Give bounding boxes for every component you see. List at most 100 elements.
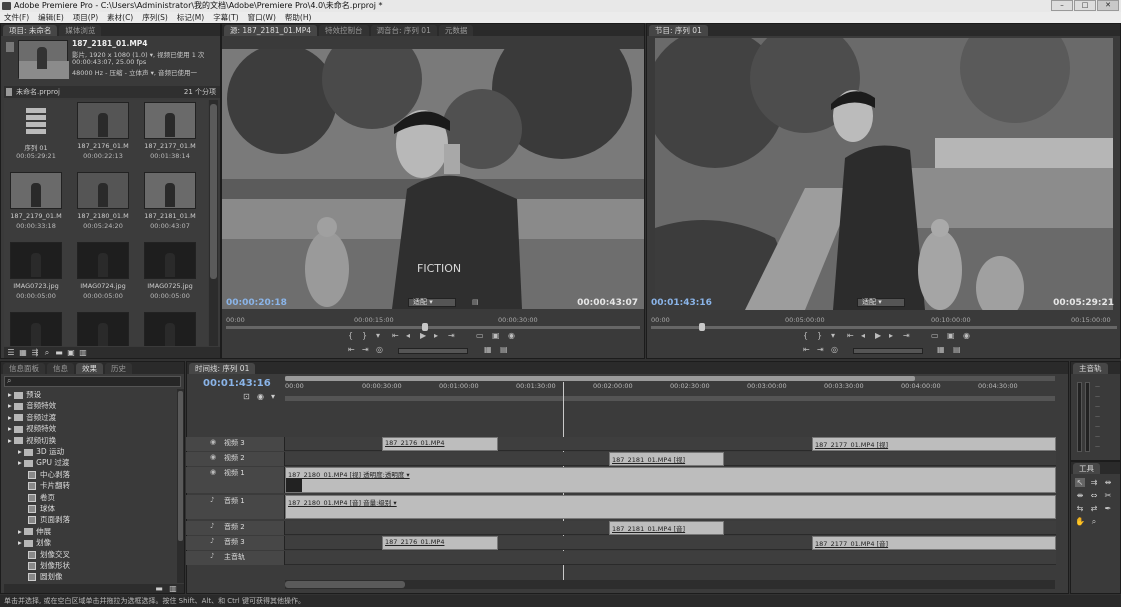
goto-prev-marker-icon[interactable]: ⇤	[348, 345, 355, 354]
effects-folder[interactable]: ▸ 伸展	[4, 526, 51, 538]
set-in-icon[interactable]: {	[348, 331, 353, 340]
timeline-clip[interactable]: 187_2181_01.MP4 [音]	[609, 521, 724, 535]
track-header[interactable]: ◉ 视频 1	[186, 467, 285, 493]
track-speaker-icon[interactable]: ♪	[210, 552, 214, 560]
extract-icon[interactable]: ▣	[947, 331, 955, 340]
rolling-edit-tool-icon[interactable]: ⇼	[1075, 491, 1085, 500]
program-goto-in-icon[interactable]: ⇤	[847, 331, 854, 340]
track-visibility-icon[interactable]: ◉	[210, 438, 216, 446]
find-icon[interactable]: ⌕	[42, 348, 52, 357]
effect-item[interactable]: 球体	[4, 503, 55, 515]
goto-out-icon[interactable]: ⇥	[448, 331, 455, 340]
tab-media-browser[interactable]: 媒体浏览	[59, 25, 102, 36]
rate-stretch-tool-icon[interactable]: ⇔	[1089, 491, 1099, 500]
track-header[interactable]: ◉ 视频 3	[186, 437, 285, 451]
program-prev-edit-icon[interactable]: ⇤	[803, 345, 810, 354]
minimize-button[interactable]: –	[1051, 0, 1073, 11]
lift-icon[interactable]: ▭	[931, 331, 939, 340]
source-fit-dropdown[interactable]: 适配 ▾	[408, 298, 456, 307]
menu-clip[interactable]: 素材(C)	[107, 12, 133, 23]
tab-audio-mixer[interactable]: 调音台: 序列 01	[370, 25, 437, 36]
tab-project[interactable]: 项目: 未命名	[3, 25, 58, 36]
source-time-ruler[interactable]: 00:00 00:00:15:00 00:00:30:00	[226, 316, 640, 325]
marker-icon[interactable]: ▾	[376, 331, 380, 340]
tab-program[interactable]: 节目: 序列 01	[649, 25, 708, 36]
effect-item[interactable]: 划像交叉	[4, 549, 70, 561]
project-item[interactable]: IMAG0727.jpg	[71, 310, 135, 346]
project-item[interactable]: IMAG0724.jpg 00:00:05:00	[71, 240, 135, 306]
selection-tool-icon[interactable]: ↖	[1075, 478, 1085, 487]
program-play-icon[interactable]: ▶	[875, 331, 881, 340]
maximize-button[interactable]: □	[1074, 0, 1096, 11]
tab-sequence-01[interactable]: 时间线: 序列 01	[189, 363, 256, 374]
track-visibility-icon[interactable]: ◉	[210, 453, 216, 461]
step-back-icon[interactable]: ◂	[406, 331, 410, 340]
menu-marker[interactable]: 标记(M)	[177, 12, 204, 23]
track-visibility-icon[interactable]: ◉	[210, 468, 216, 476]
track-header[interactable]: ♪ 主音轨	[186, 551, 285, 565]
effects-folder[interactable]: ▸ GPU 过渡	[4, 457, 69, 469]
project-scrollbar[interactable]	[209, 100, 218, 346]
safe-margins-icon[interactable]: ◉	[508, 331, 515, 340]
new-item-icon[interactable]: ▣	[66, 348, 76, 357]
slip-tool-icon[interactable]: ⇆	[1075, 504, 1085, 513]
snap-icon[interactable]: ⊡	[243, 392, 253, 401]
work-area-bar[interactable]	[285, 396, 1055, 401]
insert-icon[interactable]: ▭	[476, 331, 484, 340]
menu-window[interactable]: 窗口(W)	[248, 12, 276, 23]
effects-folder[interactable]: ▸ 划像	[4, 537, 51, 549]
source-jog-shuttle[interactable]	[398, 348, 468, 354]
track-lane[interactable]	[285, 551, 1056, 565]
icon-view-icon[interactable]: ▦	[18, 348, 28, 357]
menu-title[interactable]: 字幕(T)	[213, 12, 238, 23]
delete-icon[interactable]: ▥	[168, 584, 178, 593]
timeline-clip[interactable]: 187_2180_01.MP4 [视] 透明度:透明度 ▾	[285, 467, 1056, 493]
timeline-current-timecode[interactable]: 00:01:43:16	[203, 378, 271, 389]
track-header[interactable]: ◉ 视频 2	[186, 452, 285, 466]
project-item[interactable]: 187_2176_01.M 00:00:22:13	[71, 100, 135, 166]
goto-in-icon[interactable]: ⇤	[392, 331, 399, 340]
program-next-edit-icon[interactable]: ⇥	[817, 345, 824, 354]
automate-icon[interactable]: ⇶	[30, 348, 40, 357]
project-item[interactable]: IMAG0728.jpg	[138, 310, 202, 346]
add-marker-icon[interactable]: ▾	[271, 392, 281, 401]
track-speaker-icon[interactable]: ♪	[210, 522, 214, 530]
project-item[interactable]: 187_2179_01.M 00:00:33:18	[4, 170, 68, 236]
zoom-tool-icon[interactable]: ⌕	[1089, 517, 1099, 526]
tab-metadata[interactable]: 元数据	[438, 25, 474, 36]
track-header[interactable]: ♪ 音频 3	[186, 536, 285, 550]
tab-source[interactable]: 源: 187_2181_01.MP4	[224, 25, 318, 36]
program-set-in-icon[interactable]: {	[803, 331, 808, 340]
timeline-hscroll[interactable]	[285, 580, 1055, 589]
output-icon[interactable]: ▦	[484, 345, 492, 354]
menu-file[interactable]: 文件(F)	[4, 12, 29, 23]
track-header[interactable]: ♪ 音频 2	[186, 521, 285, 535]
set-out-icon[interactable]: }	[362, 331, 367, 340]
source-settings-icon[interactable]: ▤	[472, 298, 482, 307]
new-custom-bin-icon[interactable]: ▬	[154, 584, 164, 593]
tab-effects[interactable]: 效果	[76, 363, 103, 374]
step-forward-icon[interactable]: ▸	[434, 331, 438, 340]
project-item[interactable]: 187_2180_01.M 00:05:24:20	[71, 170, 135, 236]
source-playhead[interactable]	[422, 323, 428, 331]
tab-history[interactable]: 历史	[105, 363, 132, 374]
program-video-frame[interactable]	[655, 38, 1113, 310]
list-view-icon[interactable]: ☰	[6, 348, 16, 357]
hand-tool-icon[interactable]: ✋	[1075, 517, 1085, 526]
timeline-time-ruler[interactable]: 00:00 00:00:30:00 00:01:00:00 00:01:30:00 00…	[285, 382, 1055, 394]
set-marker-icon[interactable]: ◉	[257, 392, 267, 401]
tab-tools[interactable]: 工具	[1073, 463, 1100, 474]
effect-item[interactable]: 划像形状	[4, 560, 70, 572]
tab-info[interactable]: 信息	[47, 363, 74, 374]
track-speaker-icon[interactable]: ♪	[210, 496, 214, 504]
project-item[interactable]: IMAG0725.jpg 00:00:05:00	[138, 240, 202, 306]
source-video-frame[interactable]: FICTION	[222, 49, 644, 309]
loop-icon[interactable]: ◎	[376, 345, 383, 354]
menu-edit[interactable]: 编辑(E)	[38, 12, 64, 23]
trim-icon[interactable]: ▤	[500, 345, 508, 354]
program-playhead[interactable]	[699, 323, 705, 331]
program-output-icon[interactable]: ▦	[937, 345, 945, 354]
project-item[interactable]: IMAG0723.jpg 00:00:05:00	[4, 240, 68, 306]
program-loop-icon[interactable]: ◎	[831, 345, 838, 354]
project-item[interactable]: IMAG0726.jpg	[4, 310, 68, 346]
